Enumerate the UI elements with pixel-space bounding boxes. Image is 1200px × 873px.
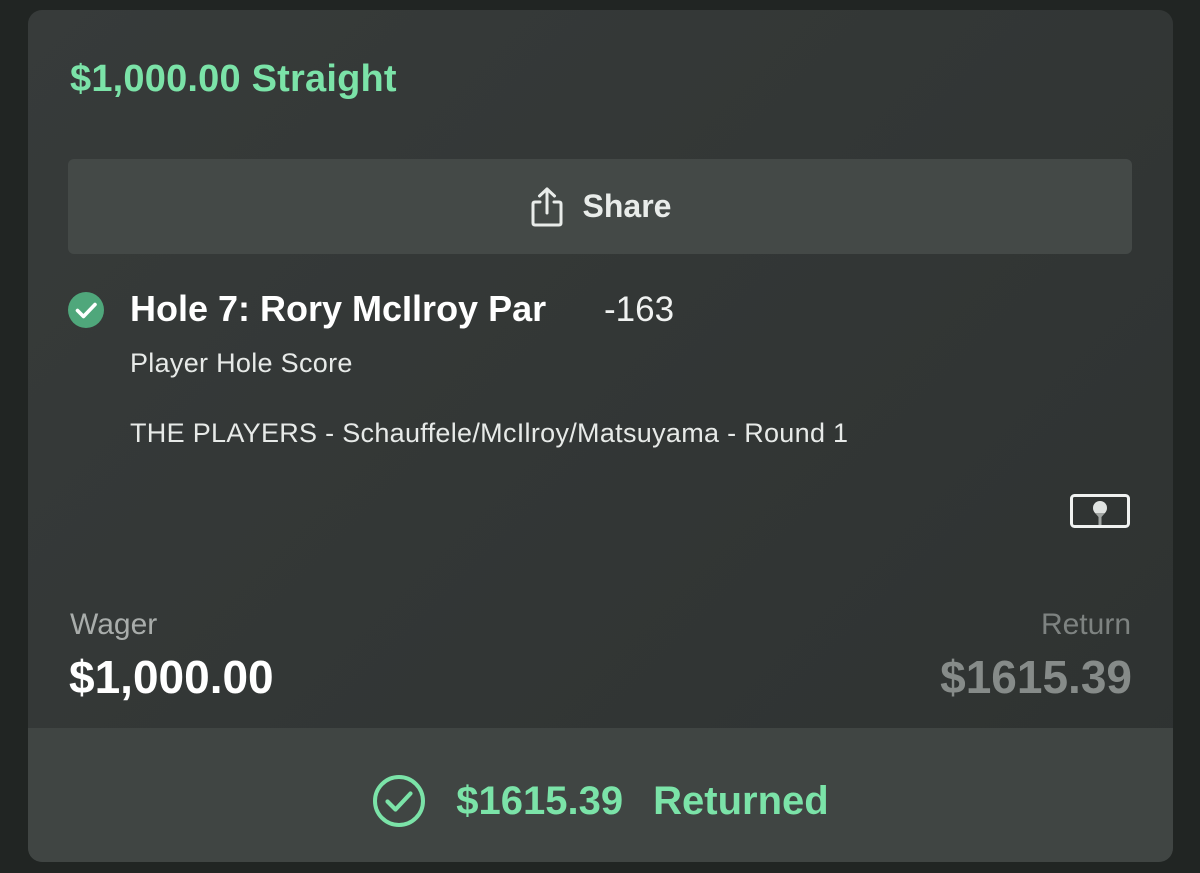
share-button[interactable]: Share <box>68 159 1132 254</box>
returned-footer: $1615.39 Returned <box>28 728 1173 862</box>
bet-title: $1,000.00 Straight <box>70 58 397 100</box>
return-value: $1615.39 <box>940 651 1132 703</box>
leg-event: THE PLAYERS - Schauffele/McIlroy/Matsuya… <box>130 418 849 448</box>
returned-status: $1615.39 Returned <box>372 774 829 828</box>
leg-selection: Hole 7: Rory McIlroy Par <box>130 288 547 329</box>
wager-label: Wager <box>70 608 158 641</box>
share-icon <box>529 186 565 228</box>
leg-market: Player Hole Score <box>130 348 353 378</box>
share-label: Share <box>582 188 672 224</box>
check-circle-icon <box>68 292 104 328</box>
returned-label: Returned <box>653 778 829 823</box>
leg-odds: -163 <box>604 290 675 329</box>
check-circle-outline-icon <box>372 774 426 828</box>
golf-tee-icon <box>1070 494 1130 528</box>
return-label: Return <box>1040 608 1131 641</box>
wager-value: $1,000.00 <box>69 651 274 703</box>
returned-amount: $1615.39 <box>456 778 624 823</box>
bet-card: $1,000.00 Straight Share Hole 7: Rory Mc… <box>28 10 1173 862</box>
